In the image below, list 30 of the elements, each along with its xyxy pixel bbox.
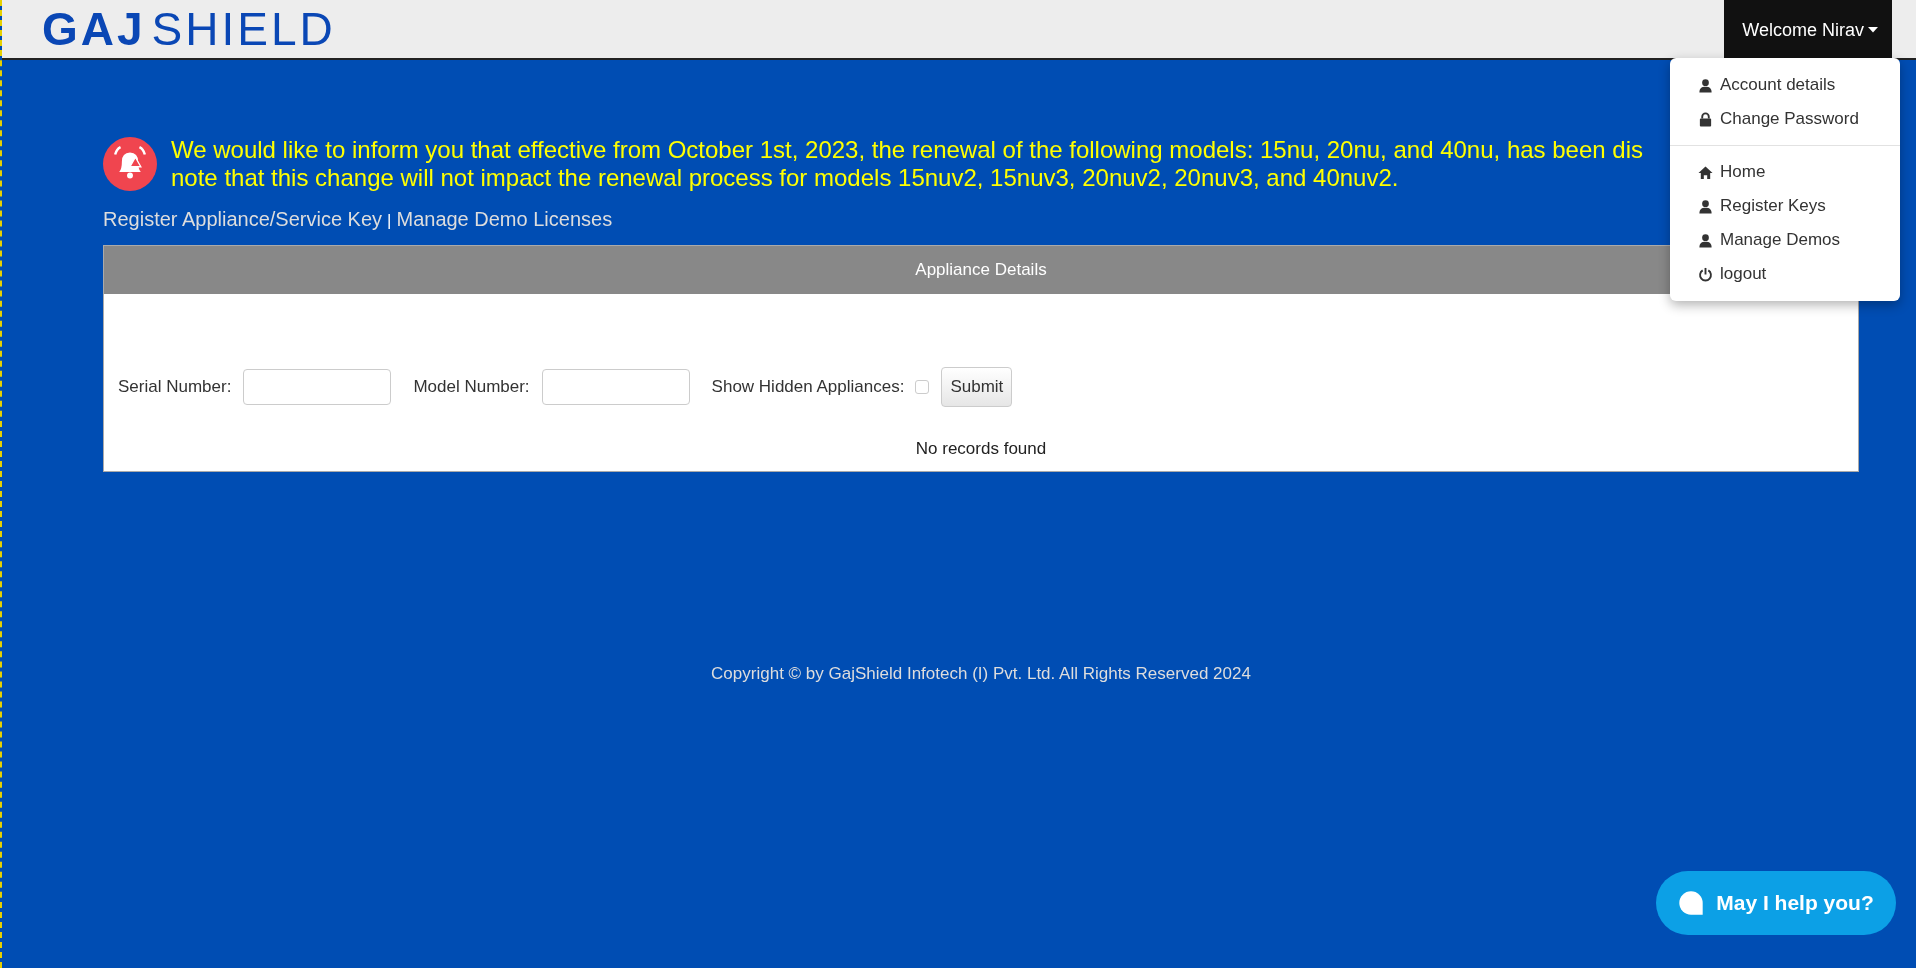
nav-link[interactable]: Register Appliance/Service Key (103, 208, 383, 231)
input-field[interactable] (243, 369, 392, 405)
caret-icon (1868, 27, 1878, 33)
field-label: Serial Number: (118, 377, 232, 397)
home-icon (1698, 164, 1713, 180)
menu-item[interactable]: logout (1670, 257, 1900, 291)
nav-link[interactable]: Manage Demo Licenses (396, 208, 613, 231)
power-icon (1698, 266, 1713, 282)
separator: | (387, 211, 392, 231)
checkbox[interactable] (915, 380, 930, 394)
input-field[interactable] (541, 369, 690, 405)
menu-item[interactable]: Change Password (1670, 102, 1900, 136)
menu-item[interactable]: Account details (1670, 68, 1900, 102)
copyright-text: Copyright © by GajShield Infotech (I) Pvt. Ltd. All Rights Reserved 2024 (710, 664, 1252, 684)
menu-item[interactable]: Home (1670, 155, 1900, 189)
menu-item[interactable]: Manage Demos (1670, 223, 1900, 257)
field-label: Model Number: (413, 377, 530, 397)
user-icon (1698, 198, 1713, 214)
user-icon (1698, 77, 1713, 93)
menu-item[interactable]: Register Keys (1670, 189, 1900, 223)
logo[interactable]: GAJ SHIELD (2, 0, 336, 58)
lock-icon (1698, 111, 1713, 127)
notice-text: We would like to inform you that effective from October 1st, 2023, the renewal of the following models: 15nu, 20nu, and 40nu, has been dis note that this change will not impact the renewal process for models 15nuv2, 15nuv3, 20nuv2, 20nuv3, and 40nuv2. (171, 136, 1643, 192)
alarm-bell-icon (103, 137, 157, 191)
field-label: Show Hidden Appliances: (711, 377, 905, 397)
user-icon (1698, 232, 1713, 248)
user-menu-button[interactable]: Welcome Nirav (1724, 0, 1892, 60)
empty-message: No records found (914, 438, 1048, 460)
submit-button[interactable]: Submit (941, 367, 1013, 407)
chat-bubble-icon (1678, 890, 1705, 916)
